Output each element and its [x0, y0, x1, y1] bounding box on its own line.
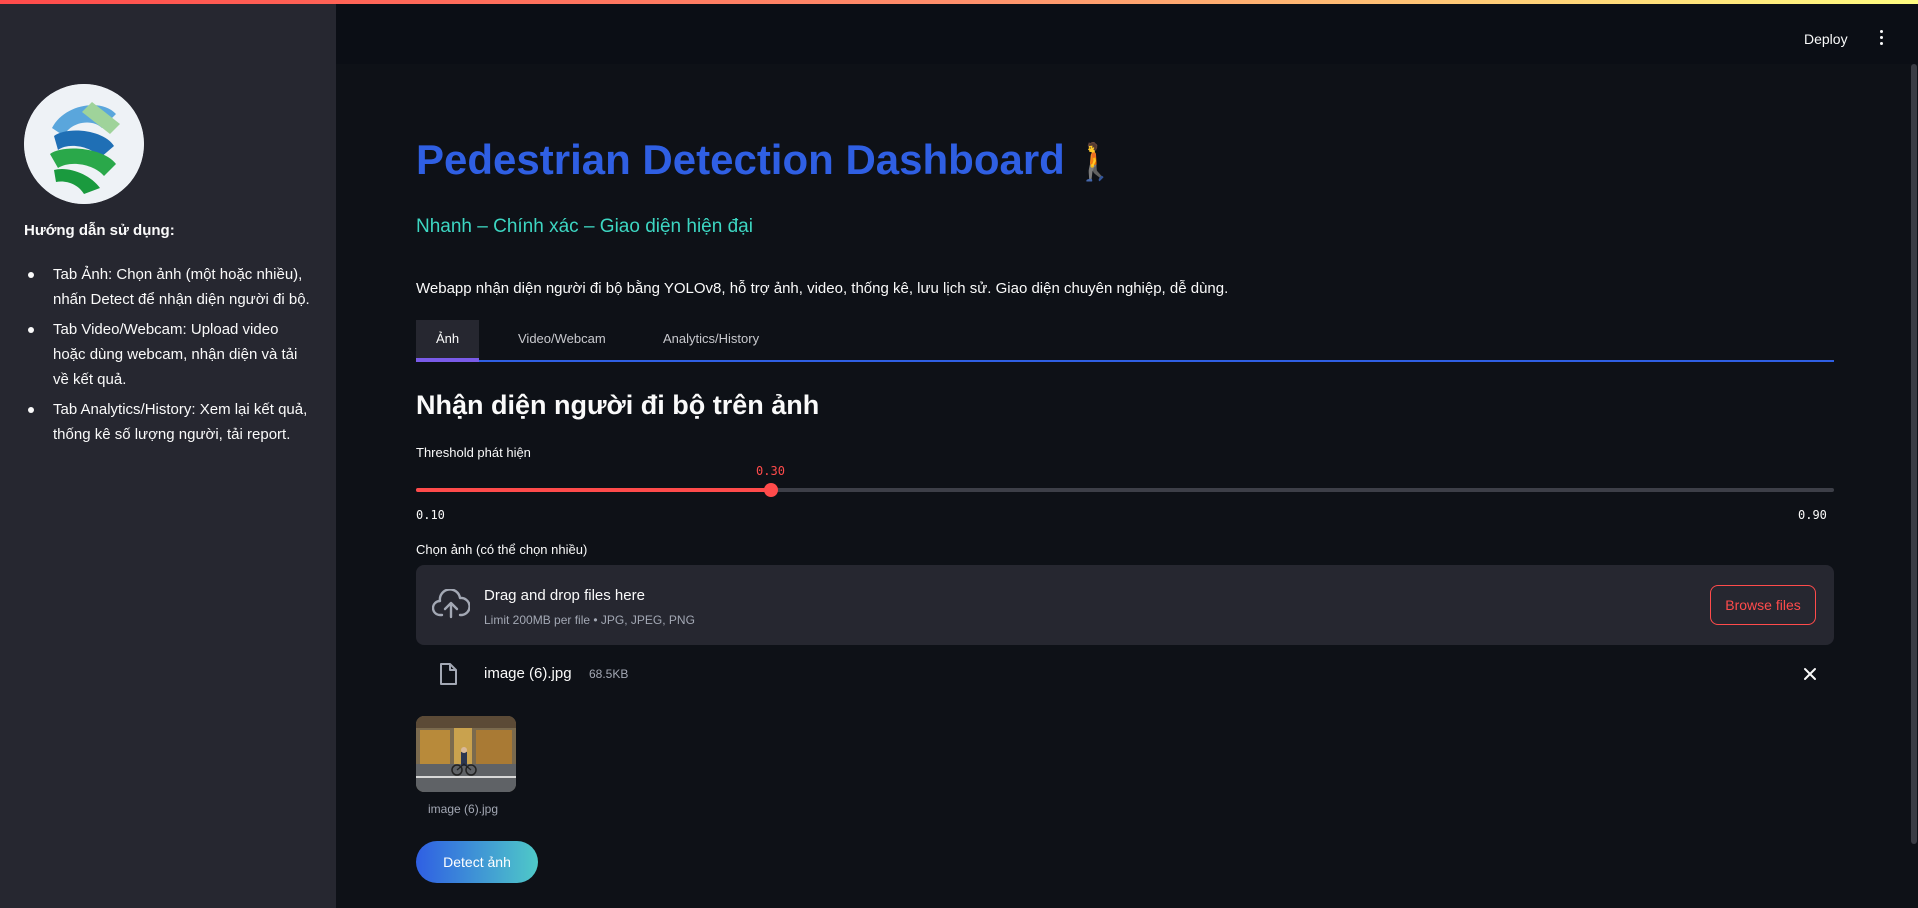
threshold-min: 0.10	[416, 508, 445, 522]
cloud-upload-icon	[431, 588, 471, 621]
kebab-menu-icon[interactable]	[1876, 30, 1886, 48]
file-size: 68.5KB	[589, 667, 629, 681]
guide-list: Tab Ảnh: Chọn ảnh (một hoặc nhiều), nhấn…	[24, 262, 314, 452]
dropzone-limit: Limit 200MB per file • JPG, JPEG, PNG	[484, 613, 695, 627]
page-subtitle: Nhanh – Chính xác – Giao diện hiện đại	[416, 216, 753, 237]
threshold-slider-fill	[416, 488, 771, 492]
tab-image[interactable]: Ảnh	[416, 320, 480, 362]
dropzone-title: Drag and drop files here	[484, 587, 645, 604]
guide-title: Hướng dẫn sử dụng:	[24, 222, 175, 239]
browse-files-button[interactable]: Browse files	[1710, 585, 1816, 625]
page-description: Webapp nhận diện người đi bộ bằng YOLOv8…	[416, 280, 1229, 297]
page-title-text: Pedestrian Detection Dashboard	[416, 136, 1065, 183]
tab-bar: Ảnh Video/Webcam Analytics/History	[416, 320, 1834, 362]
scrollbar-thumb[interactable]	[1911, 64, 1917, 844]
threshold-slider[interactable]	[416, 483, 1834, 497]
uploader-label: Chọn ảnh (có thể chọn nhiều)	[416, 542, 588, 557]
guide-item-image-tab: Tab Ảnh: Chọn ảnh (một hoặc nhiều), nhấn…	[24, 262, 314, 312]
top-decoration-bar	[0, 0, 1918, 4]
threshold-slider-handle[interactable]	[763, 483, 778, 497]
close-icon[interactable]	[1800, 664, 1820, 684]
section-title: Nhận diện người đi bộ trên ảnh	[416, 390, 820, 420]
file-dropzone[interactable]: Drag and drop files here Limit 200MB per…	[416, 565, 1834, 645]
deploy-button[interactable]: Deploy	[1804, 31, 1848, 47]
page-title: Pedestrian Detection Dashboard 🚶	[416, 136, 1118, 184]
detect-image-button[interactable]: Detect ảnh	[416, 841, 538, 883]
guide-item-analytics-tab: Tab Analytics/History: Xem lại kết quả, …	[24, 397, 314, 447]
threshold-label: Threshold phát hiện	[416, 445, 531, 460]
tab-analytics-history[interactable]: Analytics/History	[663, 320, 759, 362]
thumbnail-caption: image (6).jpg	[428, 802, 499, 816]
app-logo	[24, 84, 144, 204]
app-header	[336, 4, 1918, 64]
uploaded-file-row: image (6).jpg 68.5KB	[416, 654, 1834, 694]
sidebar: Hướng dẫn sử dụng: Tab Ảnh: Chọn ảnh (mộ…	[0, 0, 336, 908]
pedestrian-emoji-icon: 🚶	[1072, 141, 1118, 182]
main-content: Pedestrian Detection Dashboard 🚶 Nhanh – …	[336, 64, 1908, 908]
image-thumbnail[interactable]	[416, 716, 516, 792]
file-name: image (6).jpg	[484, 665, 572, 682]
threshold-max: 0.90	[1798, 508, 1827, 522]
threshold-value: 0.30	[756, 464, 785, 478]
file-icon	[438, 662, 458, 686]
tab-video-webcam[interactable]: Video/Webcam	[518, 320, 606, 362]
guide-item-video-tab: Tab Video/Webcam: Upload video hoặc dùng…	[24, 317, 314, 392]
